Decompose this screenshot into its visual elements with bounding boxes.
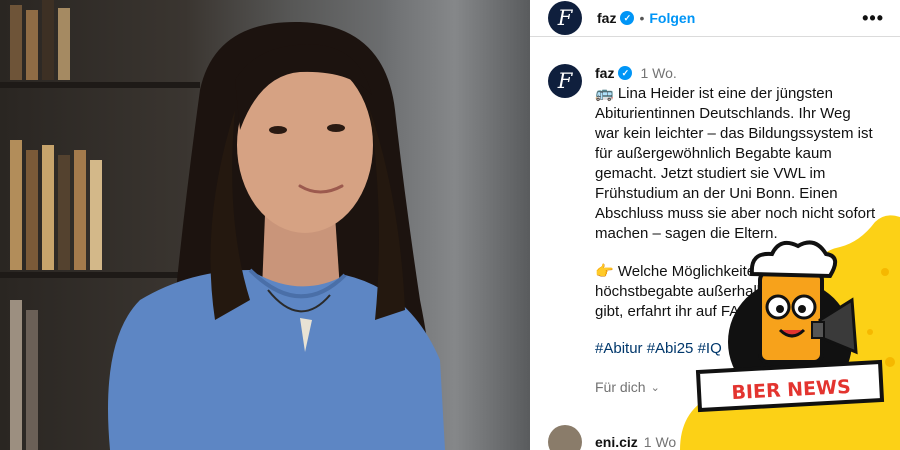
caption-username[interactable]: faz: [595, 65, 614, 81]
comment-item: eni.ciz 1 Wo: [548, 425, 676, 450]
faz-logo-letter: F: [557, 6, 573, 30]
caption-line: war kein leichter – das Bildungssystem i…: [595, 125, 873, 142]
caption-line: gemacht. Jetzt studiert sie VWL im: [595, 165, 826, 182]
beer-foam: [749, 240, 838, 279]
commenter-username[interactable]: eni.ciz: [595, 434, 638, 450]
caption-line: Abiturientinnen Deutschlands. Ihr Weg: [595, 105, 851, 122]
bier-news-sticker: BIER NEWS: [680, 215, 900, 450]
mascot-pupil: [798, 305, 806, 313]
megaphone-handle: [811, 321, 825, 339]
translate-label: Für dich: [595, 379, 646, 395]
caption-line: Frühstudium an der Uni Bonn. Einen: [595, 185, 838, 202]
separator-dot: •: [639, 10, 645, 26]
bubble: [885, 357, 895, 367]
mascot-pupil: [776, 305, 784, 313]
faz-logo-letter: F: [557, 69, 573, 93]
follow-button[interactable]: Folgen: [649, 10, 695, 26]
bubble: [867, 329, 873, 335]
verified-badge-icon: ✓: [620, 11, 635, 25]
beer-glass: [758, 270, 824, 364]
caption-avatar[interactable]: F: [548, 64, 582, 98]
more-options-icon[interactable]: •••: [862, 8, 884, 29]
post-header: F faz ✓ • Folgen •••: [530, 0, 900, 37]
chevron-down-icon: ⌄: [650, 381, 660, 394]
caption-line: für außergewöhnlich Begabte kaum: [595, 145, 832, 162]
verified-badge-icon: ✓: [618, 66, 633, 80]
caption-header: faz ✓ 1 Wo.: [595, 62, 895, 84]
commenter-avatar[interactable]: [548, 425, 582, 450]
post-photo: [0, 0, 530, 450]
portrait-illustration: [108, 21, 445, 450]
header-username[interactable]: faz: [597, 10, 616, 26]
bubble: [881, 268, 889, 276]
comment-age: 1 Wo: [643, 434, 677, 450]
post-age: 1 Wo.: [640, 65, 677, 81]
faz-avatar[interactable]: F: [548, 1, 582, 35]
caption-line: 🚌 Lina Heider ist eine der jüngsten: [595, 85, 833, 102]
